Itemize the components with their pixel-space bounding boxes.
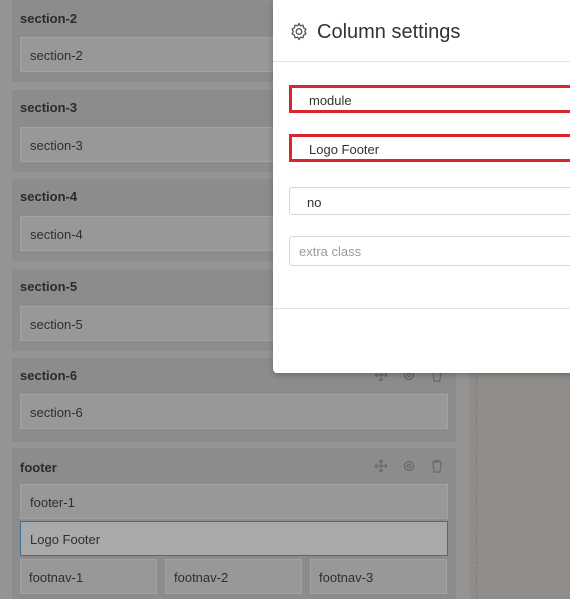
select-value: no <box>307 195 322 210</box>
column-label: section-5 <box>30 317 83 332</box>
footer-block: footer footer-1 Logo Footer footnav-1 fo… <box>12 448 456 599</box>
extra-class-input[interactable] <box>289 236 570 266</box>
section-title: footer <box>20 460 57 475</box>
gear-icon[interactable] <box>402 459 416 473</box>
footer-column-selected[interactable]: Logo Footer <box>20 521 448 556</box>
column-label: section-4 <box>30 227 83 242</box>
column-label: section-2 <box>30 48 83 63</box>
footnav-column[interactable]: footnav-2 <box>165 559 302 594</box>
column-label: footer-1 <box>30 495 75 510</box>
dialog-title: Column settings <box>317 21 461 43</box>
select-value: module <box>309 93 352 108</box>
dialog-header: Column settings <box>273 0 570 62</box>
section-title: section-6 <box>20 368 78 383</box>
footer-column[interactable]: footer-1 <box>20 484 448 519</box>
column-label: section-6 <box>30 405 83 420</box>
footnav-column[interactable]: footnav-3 <box>310 559 447 594</box>
section-title: section-5 <box>20 279 78 294</box>
column-label: Logo Footer <box>30 532 101 547</box>
column-label: section-3 <box>30 138 83 153</box>
section-title: section-3 <box>20 100 78 115</box>
trash-icon[interactable] <box>430 459 444 473</box>
footnav-column[interactable]: footnav-1 <box>20 559 157 594</box>
section-column[interactable]: section-6 <box>20 394 448 429</box>
select-value: Logo Footer <box>309 142 380 157</box>
move-icon[interactable] <box>374 459 388 473</box>
column-label: footnav-1 <box>29 570 84 585</box>
module-select[interactable]: Logo Footer <box>289 134 570 162</box>
column-label: footnav-3 <box>319 570 374 585</box>
column-label: footnav-2 <box>174 570 229 585</box>
gear-icon <box>291 22 307 41</box>
section-tools <box>374 459 444 473</box>
section-title: section-4 <box>20 189 78 204</box>
option-select[interactable]: no <box>289 187 570 215</box>
column-settings-dialog: Column settings module Logo Footer no <box>273 0 570 373</box>
dialog-footer-divider <box>273 308 570 309</box>
section-title: section-2 <box>20 11 78 26</box>
column-type-select[interactable]: module <box>289 85 570 113</box>
